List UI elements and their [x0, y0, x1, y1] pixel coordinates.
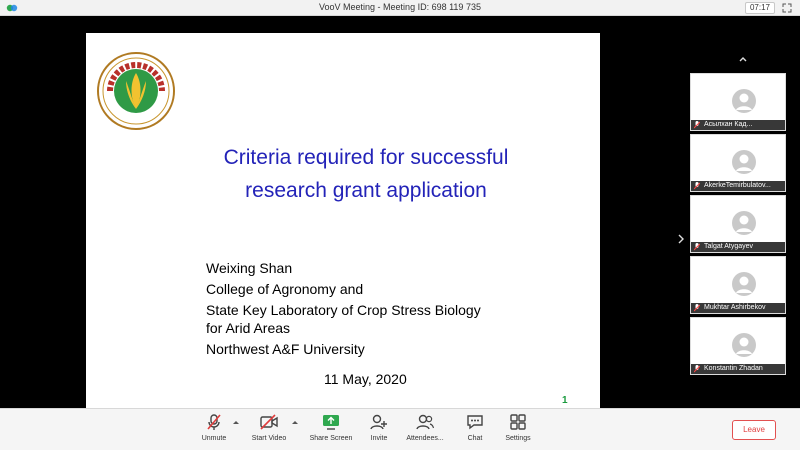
avatar-icon — [732, 89, 756, 113]
participant-name: Mukhtar Ashirbekov — [704, 304, 766, 311]
participant-name: Konstantin Zhadan — [704, 365, 763, 372]
start-video-label: Start Video — [251, 435, 287, 442]
start-video-button[interactable]: Start Video — [241, 413, 297, 442]
participant-tile[interactable]: AkerkeTemirbulatov... — [690, 134, 786, 192]
participant-tile[interactable]: Mukhtar Ashirbekov — [690, 256, 786, 314]
mic-muted-icon — [694, 365, 700, 373]
author-name: Weixing Shan — [206, 260, 293, 276]
title-bar: VooV Meeting - Meeting ID: 698 119 735 0… — [0, 0, 800, 16]
meeting-stage: Criteria required for successful researc… — [0, 16, 800, 426]
participant-name: Talgat Atygayev — [704, 243, 754, 250]
avatar-icon — [732, 272, 756, 296]
chat-icon — [467, 415, 483, 430]
participant-tile[interactable]: Konstantin Zhadan — [690, 317, 786, 375]
add-user-icon — [370, 414, 387, 430]
video-off-icon — [260, 414, 278, 430]
attendees-icon — [416, 414, 435, 430]
participant-tile[interactable]: Talgat Atygayev — [690, 195, 786, 253]
window-title: VooV Meeting - Meeting ID: 698 119 735 — [319, 2, 481, 12]
settings-grid-icon — [510, 414, 526, 430]
author-lab-continued: for Arid Areas — [206, 320, 291, 336]
meeting-timer: 07:17 — [745, 2, 775, 14]
participant-panel: Асылхан Кад... AkerkeTemirbulatov... Tal… — [688, 55, 798, 375]
slide-date: 11 May, 2020 — [324, 371, 407, 387]
author-lab: State Key Laboratory of Crop Stress Biol… — [206, 302, 481, 318]
chevron-up-icon[interactable] — [291, 419, 299, 425]
avatar-icon — [732, 150, 756, 174]
slide-heading-line-2: research grant application — [245, 179, 487, 202]
author-university: Northwest A&F University — [206, 341, 365, 357]
expand-icon[interactable] — [782, 3, 792, 13]
share-screen-icon — [323, 415, 339, 430]
unmute-label: Unmute — [201, 435, 227, 442]
avatar-icon — [732, 211, 756, 235]
mic-muted-icon — [694, 304, 700, 312]
participant-name: AkerkeTemirbulatov... — [704, 182, 771, 189]
university-emblem — [97, 52, 175, 130]
unmute-button[interactable]: Unmute — [186, 413, 242, 442]
settings-button[interactable]: Settings — [490, 413, 546, 442]
mic-muted-icon — [207, 414, 221, 430]
author-college: College of Agronomy and — [206, 281, 364, 297]
shared-slide: Criteria required for successful researc… — [86, 33, 600, 426]
mic-muted-icon — [694, 182, 700, 190]
mic-muted-icon — [694, 243, 700, 251]
attendees-label: Attendees... — [406, 435, 444, 442]
participant-name: Асылхан Кад... — [704, 121, 753, 128]
chevron-right-icon[interactable] — [676, 232, 686, 246]
mic-muted-icon — [694, 121, 700, 129]
avatar-icon — [732, 333, 756, 357]
chevron-up-icon[interactable] — [738, 55, 748, 65]
slide-heading-line-1: Criteria required for successful — [223, 146, 509, 169]
meeting-toolbar: Unmute Start Video Share Screen Invite A… — [0, 408, 800, 450]
attendees-button[interactable]: Attendees... — [397, 413, 453, 442]
settings-label: Settings — [505, 435, 531, 442]
chevron-up-icon[interactable] — [232, 419, 240, 425]
slide-page-number: 1 — [562, 395, 568, 406]
leave-button[interactable]: Leave — [732, 420, 776, 440]
participant-tile[interactable]: Асылхан Кад... — [690, 73, 786, 131]
